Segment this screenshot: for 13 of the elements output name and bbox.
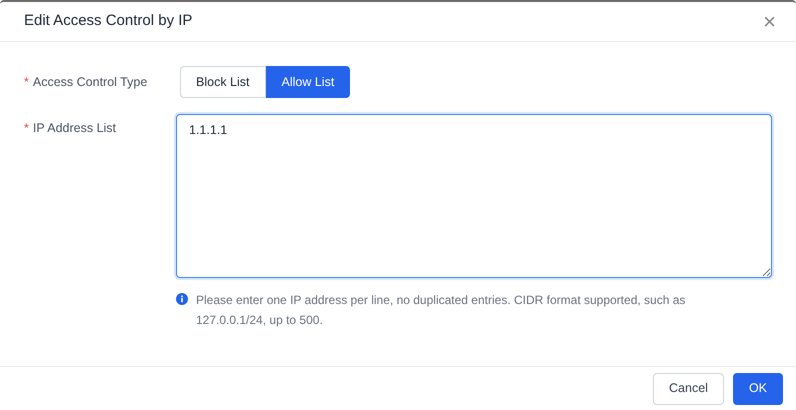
dialog-title: Edit Access Control by IP [24, 11, 192, 32]
close-button[interactable]: × [763, 10, 776, 32]
segment-tab[interactable]: Allow List [266, 66, 350, 98]
field-label: IP Address List [32, 120, 116, 137]
cancel-button[interactable]: Cancel [653, 372, 724, 404]
segment-tab[interactable]: Block List [180, 66, 266, 98]
required-mark: * [24, 74, 29, 91]
field-label: Access Control Type [32, 74, 148, 91]
ip-list-field[interactable]: 1.1.1.1 [176, 114, 772, 278]
ok-button[interactable]: OK [732, 372, 783, 404]
help-text: Please enter one IP address per line, no duplicated entries. CIDR format supported, such as 127.0.0.1/24, up to 500. [196, 292, 686, 329]
required-mark: * [24, 120, 29, 137]
info-icon [176, 293, 188, 305]
